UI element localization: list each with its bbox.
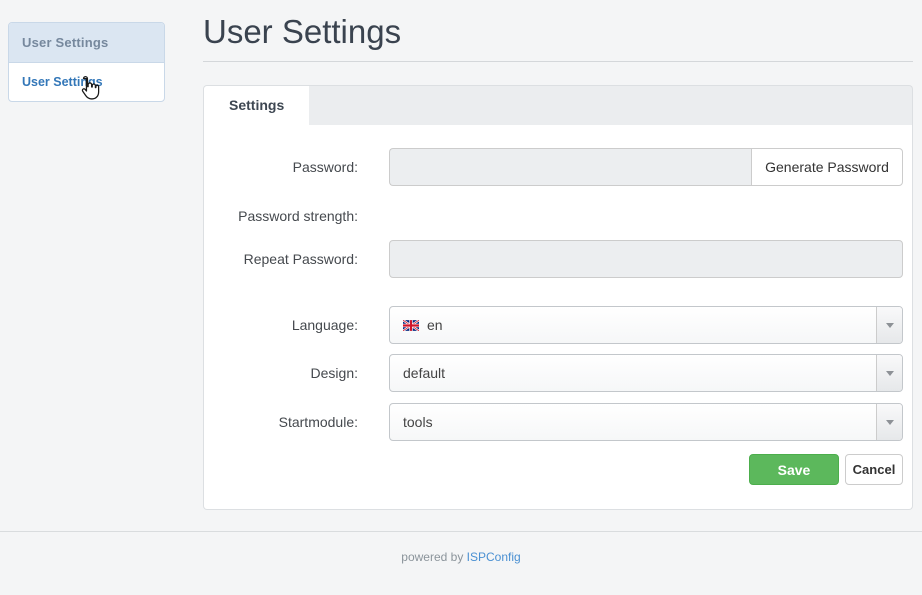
password-input[interactable] [389,148,751,186]
password-label: Password: [220,159,358,175]
sidebar-panel: User Settings User Settings [8,22,165,102]
password-row: Password: Generate Password [220,148,903,186]
tab-bar: Settings [203,85,913,125]
generate-password-button[interactable]: Generate Password [751,148,903,186]
design-label: Design: [220,365,358,381]
language-row: Language: en [220,306,903,344]
startmodule-dropdown-button[interactable] [876,404,902,440]
password-input-group: Generate Password [389,148,903,186]
tab-settings[interactable]: Settings [204,86,309,125]
repeat-password-input[interactable] [389,240,903,278]
language-select[interactable]: en [389,306,903,344]
save-button[interactable]: Save [749,454,839,485]
cancel-button[interactable]: Cancel [845,454,903,485]
startmodule-label: Startmodule: [220,414,358,430]
uk-flag-icon [403,320,419,331]
main-content: User Settings Settings Password: Generat… [203,0,913,510]
title-divider [203,61,913,62]
page-title: User Settings [203,12,913,52]
chevron-down-icon [886,420,894,425]
chevron-down-icon [886,323,894,328]
password-strength-row: Password strength: [220,206,903,226]
language-selected-value: en [427,317,443,333]
sidebar-item-user-settings[interactable]: User Settings [9,63,164,101]
sidebar-section-header: User Settings [9,23,164,63]
form-actions: Save Cancel [220,454,903,485]
startmodule-selected-value: tools [403,414,433,430]
startmodule-select[interactable]: tools [389,403,903,441]
password-strength-label: Password strength: [220,208,358,224]
page-footer: powered by ISPConfig [0,531,922,564]
design-select[interactable]: default [389,354,903,392]
repeat-password-label: Repeat Password: [220,251,358,267]
ispconfig-link[interactable]: ISPConfig [467,550,521,564]
startmodule-row: Startmodule: tools [220,403,903,441]
settings-form-panel: Password: Generate Password Password str… [203,125,913,510]
design-selected-value: default [403,365,445,381]
design-dropdown-button[interactable] [876,355,902,391]
repeat-password-row: Repeat Password: [220,240,903,278]
chevron-down-icon [886,371,894,376]
design-row: Design: default [220,354,903,392]
language-label: Language: [220,317,358,333]
language-dropdown-button[interactable] [876,307,902,343]
powered-by-text: powered by ISPConfig [0,550,922,564]
